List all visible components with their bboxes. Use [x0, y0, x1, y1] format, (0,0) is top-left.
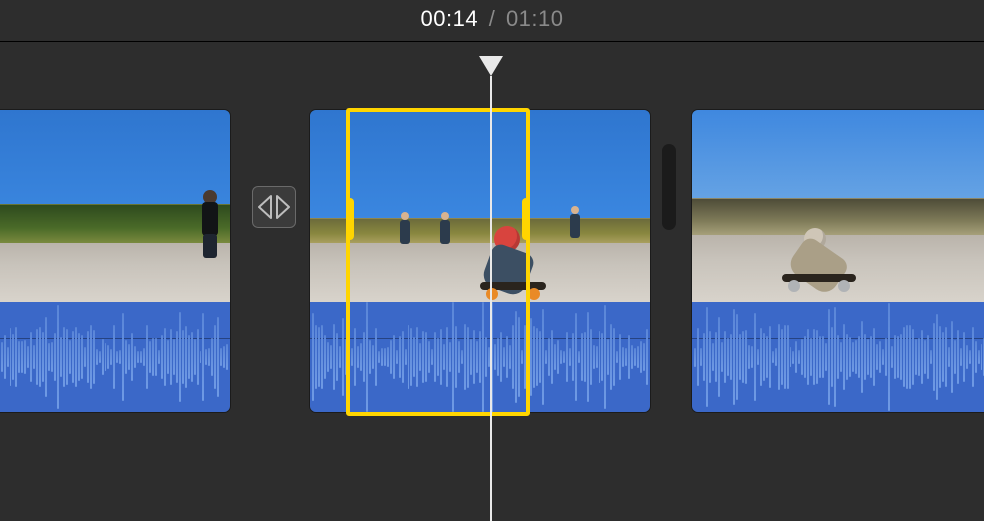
clip-thumbnail — [0, 110, 230, 302]
transition-chip[interactable] — [252, 186, 296, 228]
clip-edge-handle[interactable] — [662, 144, 676, 230]
top-divider — [0, 41, 984, 42]
clip-audio-track[interactable] — [692, 302, 984, 412]
cross-dissolve-icon — [258, 193, 290, 221]
person-icon — [440, 220, 450, 244]
clip-thumbnail — [692, 110, 984, 302]
person-icon — [400, 220, 410, 244]
playhead-triangle-icon — [479, 56, 503, 76]
time-current: 00:14 — [421, 6, 479, 31]
person-icon — [200, 190, 220, 258]
time-total: 01:10 — [506, 6, 564, 31]
time-display: 00:14 / 01:10 — [421, 6, 564, 32]
timeline[interactable] — [0, 110, 984, 521]
audio-waveform — [0, 302, 230, 412]
audio-waveform — [310, 302, 650, 412]
clip-audio-track[interactable] — [310, 302, 650, 412]
audio-waveform — [692, 302, 984, 412]
clip-thumbnail — [310, 110, 650, 302]
timeline-clip[interactable] — [692, 110, 984, 412]
timeline-clip[interactable] — [0, 110, 230, 412]
person-icon — [570, 214, 580, 238]
timeline-clip[interactable] — [310, 110, 650, 412]
time-separator: / — [489, 6, 496, 31]
clip-audio-track[interactable] — [0, 302, 230, 412]
